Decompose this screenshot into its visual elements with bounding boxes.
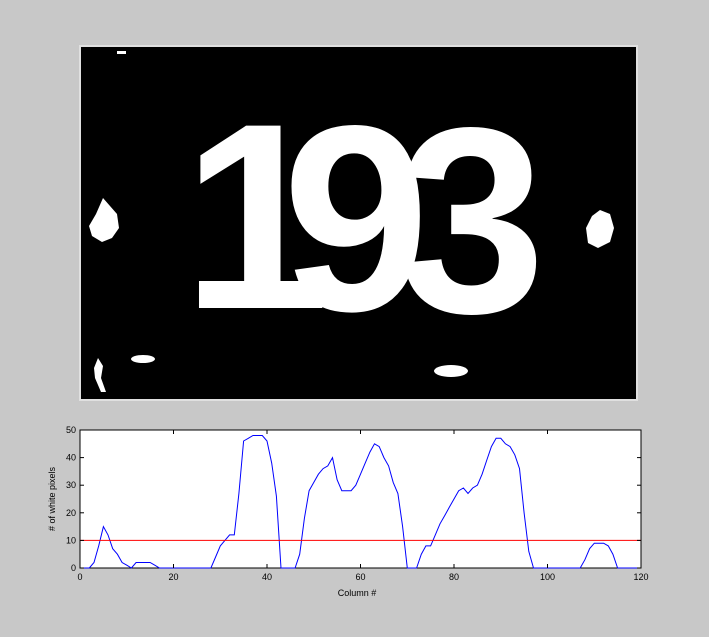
y-tick-label: 50 bbox=[66, 425, 76, 435]
x-tick-label: 80 bbox=[449, 572, 459, 582]
x-tick-label: 20 bbox=[168, 572, 178, 582]
y-tick-label: 20 bbox=[66, 508, 76, 518]
y-axis-label: # of white pixels bbox=[47, 466, 57, 531]
y-tick-label: 0 bbox=[71, 563, 76, 573]
y-tick-label: 40 bbox=[66, 453, 76, 463]
y-tick-label: 30 bbox=[66, 480, 76, 490]
x-axis-label: Column # bbox=[338, 588, 377, 598]
figure: 1 9 3 0 20 40 60 80 100 120 0 10 20 30 40 50 Column … bbox=[47, 45, 649, 598]
x-tick-label: 60 bbox=[355, 572, 365, 582]
y-tick-label: 10 bbox=[66, 535, 76, 545]
histogram-chart: 0 20 40 60 80 100 120 0 10 20 30 40 50 Column # # of… bbox=[47, 425, 649, 598]
x-tick-label: 100 bbox=[540, 572, 555, 582]
x-tick-label: 40 bbox=[262, 572, 272, 582]
digit-3: 3 bbox=[398, 73, 545, 369]
noise-blob-bottom-right bbox=[434, 365, 468, 377]
digit-glyphs: 1 9 3 bbox=[182, 69, 545, 369]
binary-image-panel: 1 9 3 bbox=[79, 45, 638, 401]
x-tick-label: 0 bbox=[77, 572, 82, 582]
noise-dash-top bbox=[117, 51, 126, 54]
plot-area bbox=[79, 429, 642, 569]
x-tick-label: 120 bbox=[633, 572, 648, 582]
noise-dash-bottom bbox=[131, 355, 155, 363]
